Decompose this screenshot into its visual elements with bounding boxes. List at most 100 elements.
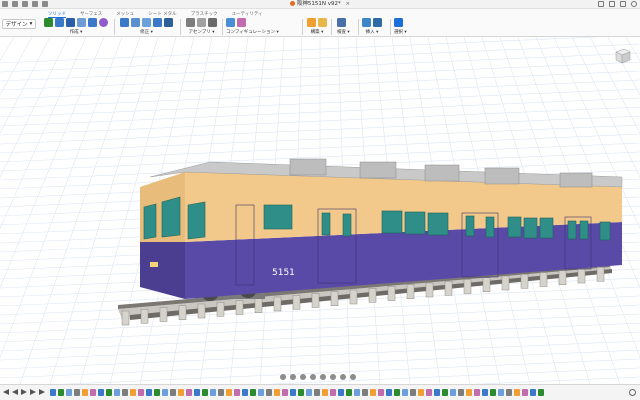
play-icon[interactable] [21, 389, 27, 395]
timeline-feature-icon[interactable] [362, 389, 368, 396]
modify-menu[interactable]: 修正 ▾ [120, 29, 173, 35]
timeline-feature-icon[interactable] [170, 389, 176, 396]
timeline-feature-icon[interactable] [226, 389, 232, 396]
timeline-feature-icon[interactable] [178, 389, 184, 396]
timeline-feature-icon[interactable] [146, 389, 152, 396]
bell-icon[interactable] [620, 1, 626, 7]
midplane-icon[interactable] [318, 18, 327, 27]
insert-image-icon[interactable] [362, 18, 371, 27]
as-built-joint-icon[interactable] [208, 18, 217, 27]
canvas-viewport[interactable]: 5151 [0, 37, 640, 384]
timeline-feature-icon[interactable] [442, 389, 448, 396]
timeline-feature-icon[interactable] [58, 389, 64, 396]
close-icon[interactable]: × [346, 1, 351, 7]
timeline-feature-icon[interactable] [130, 389, 136, 396]
timeline-feature-icon[interactable] [378, 389, 384, 396]
revolve-icon[interactable] [66, 18, 75, 27]
timeline-feature-icon[interactable] [426, 389, 432, 396]
plus-icon[interactable] [598, 1, 604, 7]
timeline-feature-icon[interactable] [218, 389, 224, 396]
display-settings-icon[interactable] [330, 374, 336, 380]
timeline-feature-icon[interactable] [274, 389, 280, 396]
assemble-menu[interactable]: アセンブリ ▾ [186, 29, 217, 35]
box-icon[interactable] [88, 18, 97, 27]
insert-mesh-icon[interactable] [373, 18, 382, 27]
grid-settings-icon[interactable] [340, 374, 346, 380]
timeline-feature-icon[interactable] [498, 389, 504, 396]
gear-icon[interactable] [629, 389, 636, 396]
timeline-feature-icon[interactable] [74, 389, 80, 396]
timeline-feature-icon[interactable] [122, 389, 128, 396]
timeline-feature-icon[interactable] [514, 389, 520, 396]
timeline-feature-icon[interactable] [194, 389, 200, 396]
configure-icon[interactable] [226, 18, 235, 27]
press-pull-icon[interactable] [120, 18, 129, 27]
timeline-feature-icon[interactable] [338, 389, 344, 396]
offset-plane-icon[interactable] [307, 18, 316, 27]
fillet-icon[interactable] [131, 18, 140, 27]
tab-plastic[interactable]: プラスチック [191, 11, 218, 18]
timeline-feature-icon[interactable] [530, 389, 536, 396]
create-form-icon[interactable] [99, 18, 108, 27]
select-menu[interactable]: 選択 ▾ [394, 29, 407, 35]
view-cube[interactable] [614, 47, 632, 65]
timeline-feature-icon[interactable] [202, 389, 208, 396]
tab-sheet-metal[interactable]: シート メタル [148, 11, 176, 18]
new-sketch-icon[interactable] [44, 18, 53, 27]
timeline-feature-icon[interactable] [298, 389, 304, 396]
timeline-feature-icon[interactable] [82, 389, 88, 396]
timeline-feature-icon[interactable] [386, 389, 392, 396]
timeline-feature-icon[interactable] [98, 389, 104, 396]
tab-utilities[interactable]: ユーティリティ [232, 11, 263, 18]
step-forward-icon[interactable] [30, 389, 36, 395]
step-back-icon[interactable] [12, 389, 18, 395]
user-icon[interactable] [631, 1, 637, 7]
timeline-feature-icon[interactable] [50, 389, 56, 396]
timeline-feature-icon[interactable] [250, 389, 256, 396]
fast-forward-icon[interactable] [39, 389, 45, 395]
timeline-feature-icon[interactable] [402, 389, 408, 396]
timeline-feature-icon[interactable] [330, 389, 336, 396]
inspect-menu[interactable]: 検査 ▾ [337, 29, 350, 35]
timeline-feature-icon[interactable] [266, 389, 272, 396]
look-at-icon[interactable] [290, 374, 296, 380]
zoom-icon[interactable] [310, 374, 316, 380]
timeline-feature-icon[interactable] [314, 389, 320, 396]
timeline-feature-icon[interactable] [282, 389, 288, 396]
timeline-feature-icon[interactable] [210, 389, 216, 396]
orbit-icon[interactable] [280, 374, 286, 380]
tab-mesh[interactable]: メッシュ [116, 11, 134, 18]
timeline-feature-icon[interactable] [290, 389, 296, 396]
timeline-feature-icon[interactable] [506, 389, 512, 396]
timeline-feature-icon[interactable] [346, 389, 352, 396]
timeline-feature-icon[interactable] [162, 389, 168, 396]
config-table-icon[interactable] [237, 18, 246, 27]
timeline-feature-icon[interactable] [154, 389, 160, 396]
select-arrow-icon[interactable] [394, 18, 403, 27]
document-tab[interactable]: 阪神5151N v92* × [0, 0, 640, 9]
timeline-feature-icon[interactable] [466, 389, 472, 396]
configure-menu[interactable]: コンフィギュレーション ▾ [226, 29, 279, 35]
timeline-feature-icon[interactable] [106, 389, 112, 396]
viewports-icon[interactable] [350, 374, 356, 380]
joint-icon[interactable] [197, 18, 206, 27]
timeline-feature-icon[interactable] [418, 389, 424, 396]
timeline-feature-icon[interactable] [450, 389, 456, 396]
timeline-feature-icon[interactable] [90, 389, 96, 396]
timeline-feature-icon[interactable] [322, 389, 328, 396]
shell-icon[interactable] [142, 18, 151, 27]
timeline-feature-icon[interactable] [410, 389, 416, 396]
timeline-feature-icon[interactable] [490, 389, 496, 396]
timeline-feature-icon[interactable] [114, 389, 120, 396]
tab-surface[interactable]: サーフェス [80, 11, 102, 18]
workspace-switcher[interactable]: デザイン ▾ [2, 19, 36, 29]
timeline-feature-icon[interactable] [458, 389, 464, 396]
rewind-icon[interactable] [3, 389, 9, 395]
timeline-feature-icon[interactable] [354, 389, 360, 396]
timeline-feature-icon[interactable] [66, 389, 72, 396]
help-icon[interactable] [609, 1, 615, 7]
timeline-feature-icon[interactable] [186, 389, 192, 396]
timeline-feature-icon[interactable] [306, 389, 312, 396]
timeline-feature-icon[interactable] [370, 389, 376, 396]
timeline-feature-icon[interactable] [434, 389, 440, 396]
